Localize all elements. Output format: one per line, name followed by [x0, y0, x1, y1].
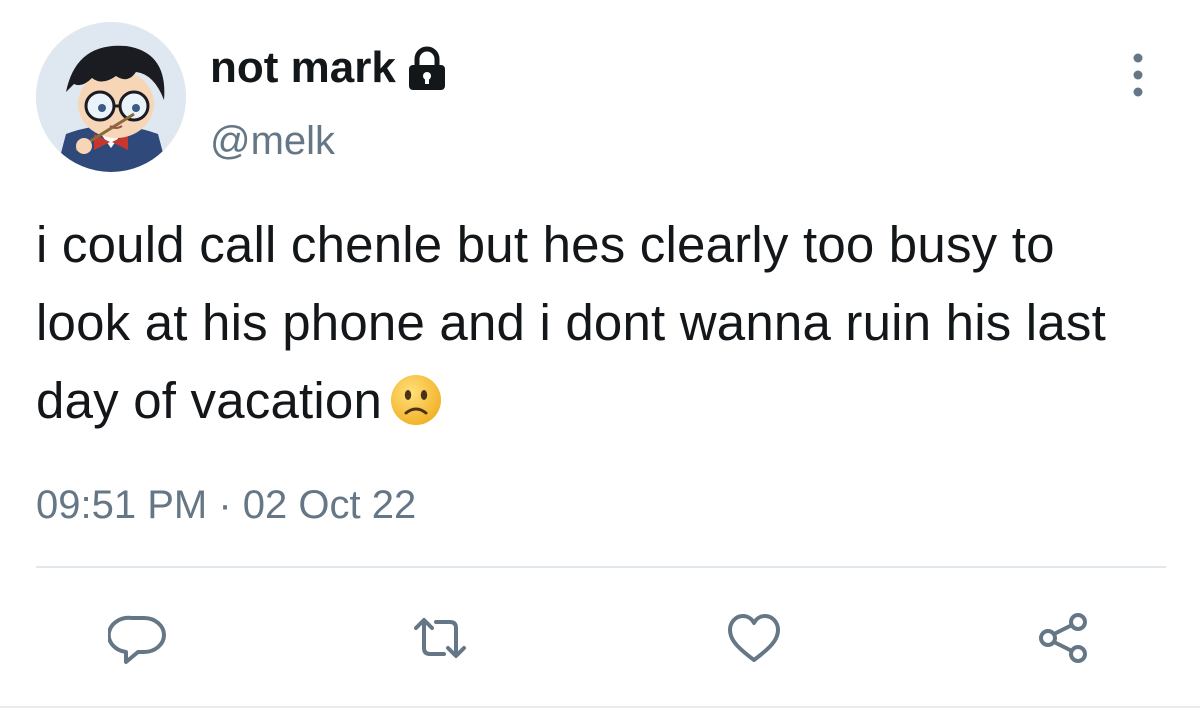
- share-icon: [1039, 613, 1087, 663]
- avatar[interactable]: [36, 22, 186, 172]
- lock-icon: [404, 44, 450, 92]
- display-name[interactable]: not mark: [210, 40, 396, 96]
- retweet-button[interactable]: [410, 608, 470, 668]
- user-handle[interactable]: @melk: [210, 116, 335, 166]
- tweet-text: i could call chenle but hes clearly too …: [36, 206, 1156, 440]
- bottom-border: [0, 706, 1200, 708]
- divider: [36, 566, 1166, 568]
- heart-icon: [728, 614, 780, 662]
- like-button[interactable]: [724, 608, 784, 668]
- user-name-row: not mark: [210, 40, 450, 96]
- avatar-image: [36, 22, 186, 172]
- reply-button[interactable]: [108, 608, 168, 668]
- tweet-timestamp[interactable]: 09:51 PM · 02 Oct 22: [36, 480, 416, 530]
- reply-icon: [108, 615, 166, 664]
- tweet-text-content: i could call chenle but hes clearly too …: [36, 216, 1106, 429]
- retweet-icon: [414, 618, 466, 658]
- more-vertical-icon[interactable]: [1120, 50, 1156, 100]
- share-button[interactable]: [1034, 608, 1094, 668]
- slightly-frowning-face-icon: [390, 370, 442, 425]
